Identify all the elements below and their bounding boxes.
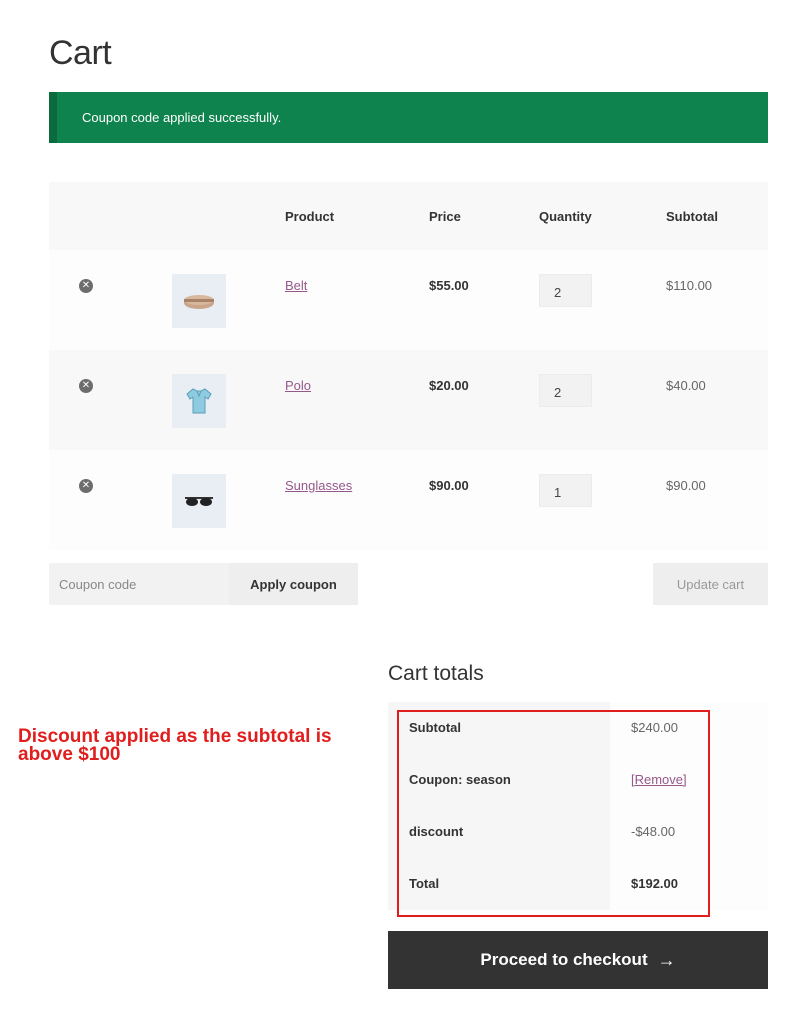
quantity-input[interactable]: 2 — [539, 274, 592, 307]
update-cart-button[interactable]: Update cart — [653, 563, 768, 605]
remove-item-icon[interactable]: ✕ — [79, 379, 93, 393]
table-row: ✕ Belt $55.00 2 $110.00 — [49, 250, 768, 350]
success-notice: Coupon code applied successfully. — [49, 92, 768, 143]
cart-table: Product Price Quantity Subtotal ✕ Belt $… — [49, 182, 768, 606]
arrow-right-icon: → — [657, 949, 676, 970]
product-price: $20.00 — [429, 378, 469, 393]
table-row: ✕ Sunglasses $90.00 1 $90.00 — [49, 450, 768, 550]
coupon-input[interactable]: Coupon code — [49, 563, 229, 605]
quantity-input[interactable]: 1 — [539, 474, 592, 507]
product-thumbnail[interactable] — [172, 274, 226, 328]
highlight-box — [397, 710, 710, 917]
line-subtotal: $110.00 — [666, 278, 713, 293]
quantity-input[interactable]: 2 — [539, 374, 592, 407]
apply-coupon-button[interactable]: Apply coupon — [229, 563, 358, 605]
header-price: Price — [429, 209, 461, 224]
cart-totals-title: Cart totals — [388, 662, 484, 685]
header-product: Product — [285, 209, 335, 224]
product-link[interactable]: Polo — [285, 378, 311, 393]
product-thumbnail[interactable] — [172, 374, 226, 428]
cart-actions: Coupon code Apply coupon Update cart — [49, 550, 768, 606]
product-thumbnail[interactable] — [172, 474, 226, 528]
checkout-label: Proceed to checkout — [480, 950, 648, 969]
notice-text: Coupon code applied successfully. — [82, 110, 282, 125]
header-quantity: Quantity — [539, 209, 592, 224]
product-link[interactable]: Sunglasses — [285, 478, 352, 493]
product-price: $90.00 — [429, 478, 469, 493]
remove-item-icon[interactable]: ✕ — [79, 279, 93, 293]
remove-item-icon[interactable]: ✕ — [79, 479, 93, 493]
product-link[interactable]: Belt — [285, 278, 307, 293]
table-row: ✕ Polo $20.00 2 $40.00 — [49, 350, 768, 450]
table-header: Product Price Quantity Subtotal — [49, 182, 768, 250]
line-subtotal: $40.00 — [666, 378, 706, 393]
polo-shirt-icon — [186, 388, 212, 414]
product-price: $55.00 — [429, 278, 469, 293]
annotation-note: Discount applied as the subtotal is abov… — [18, 726, 332, 765]
sunglasses-icon — [185, 497, 213, 506]
proceed-to-checkout-button[interactable]: Proceed to checkout → — [388, 931, 768, 989]
belt-icon — [184, 295, 214, 309]
page-title: Cart — [49, 34, 112, 72]
header-subtotal: Subtotal — [666, 209, 718, 224]
line-subtotal: $90.00 — [666, 478, 706, 493]
